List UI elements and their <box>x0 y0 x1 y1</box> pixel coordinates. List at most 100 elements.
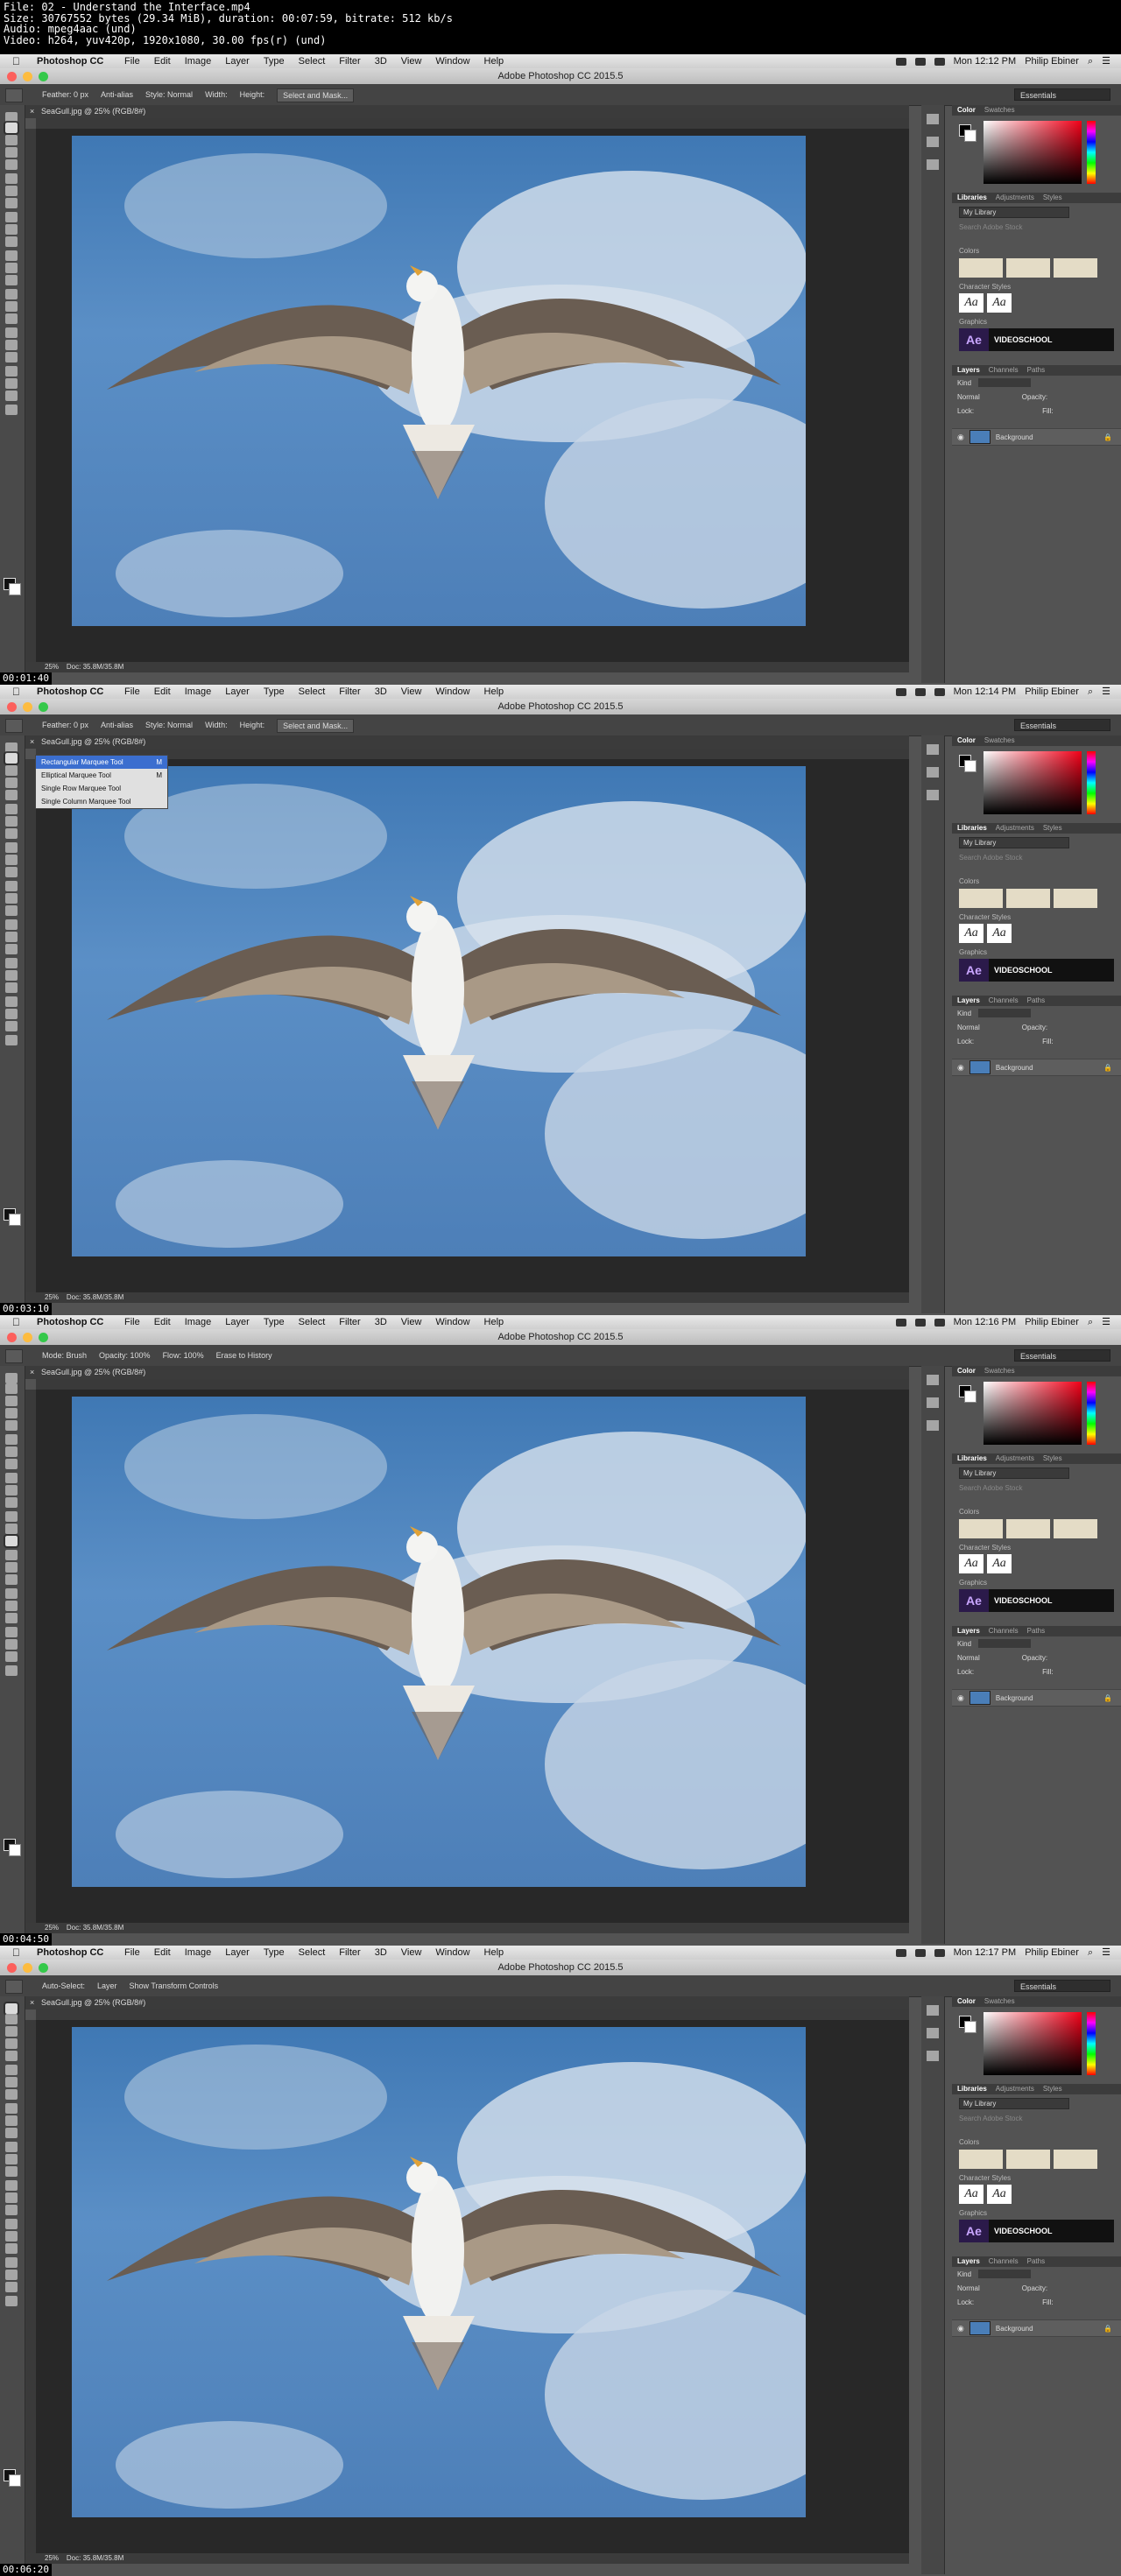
color-field[interactable] <box>984 751 1082 814</box>
menu-select[interactable]: Select <box>299 54 326 68</box>
option-field[interactable]: Style: Normal <box>145 714 193 735</box>
minimize-icon[interactable] <box>23 1333 32 1342</box>
zoom-tool-icon[interactable] <box>5 352 18 362</box>
option-field[interactable]: Erase to History <box>216 1345 272 1366</box>
history-brush-tool-icon[interactable] <box>5 224 18 235</box>
seagull-photo[interactable] <box>72 766 806 1256</box>
tab-channels[interactable]: Channels <box>989 996 1019 1006</box>
after-effects-graphic[interactable]: Ae <box>959 959 989 982</box>
tab-color[interactable]: Color <box>957 1366 976 1376</box>
wifi-icon[interactable] <box>914 57 926 66</box>
wifi-icon[interactable] <box>914 1948 926 1957</box>
library-color-swatch[interactable] <box>959 2150 1003 2169</box>
tool-preset-icon[interactable] <box>5 88 23 102</box>
crop-tool-icon[interactable] <box>5 790 18 800</box>
close-tab-icon[interactable]: × <box>30 1996 34 2009</box>
kind-filter[interactable]: Kind <box>957 379 971 387</box>
more-tools-icon[interactable] <box>5 1627 18 1637</box>
library-select[interactable]: My Library <box>959 837 1069 848</box>
menu-layer[interactable]: Layer <box>225 1315 250 1329</box>
shape-tool-icon[interactable] <box>5 1588 18 1599</box>
clone-stamp-tool-icon[interactable] <box>5 1473 18 1483</box>
menu-layer[interactable]: Layer <box>225 1946 250 1960</box>
option-field[interactable]: Style: Normal <box>145 84 193 105</box>
menu-type[interactable]: Type <box>264 1315 285 1329</box>
eyedropper-tool-icon[interactable] <box>5 1434 18 1445</box>
tab-swatches[interactable]: Swatches <box>984 105 1015 116</box>
marquee-tool-icon[interactable] <box>5 1383 18 1394</box>
library-color-swatch[interactable] <box>959 258 1003 278</box>
info-icon[interactable] <box>927 790 939 800</box>
menubar-clock[interactable]: Mon 12:14 PM <box>954 685 1017 699</box>
more-tools-icon[interactable] <box>5 2257 18 2268</box>
screen-icon[interactable] <box>895 687 906 696</box>
edit-toolbar-icon[interactable] <box>5 1639 18 1650</box>
videoschool-graphic[interactable]: VIDEOSCHOOL <box>989 959 1114 982</box>
vertical-ruler[interactable] <box>25 2020 36 2564</box>
lasso-tool-icon[interactable] <box>5 2026 18 2037</box>
menu-image[interactable]: Image <box>185 54 212 68</box>
tab-swatches[interactable]: Swatches <box>984 1366 1015 1376</box>
seagull-photo[interactable] <box>72 2027 806 2517</box>
tab-channels[interactable]: Channels <box>989 365 1019 376</box>
gradient-tool-icon[interactable] <box>5 1511 18 1522</box>
menu-select[interactable]: Select <box>299 1946 326 1960</box>
eyedropper-tool-icon[interactable] <box>5 2065 18 2075</box>
menu-type[interactable]: Type <box>264 54 285 68</box>
kind-filter[interactable]: Kind <box>957 1010 971 1017</box>
stock-search-input[interactable]: Search Adobe Stock <box>959 854 1114 862</box>
character-style-item[interactable]: Aa <box>959 1554 984 1573</box>
zoom-icon[interactable] <box>39 702 48 712</box>
eraser-tool-icon[interactable] <box>5 867 18 877</box>
close-icon[interactable] <box>7 702 17 712</box>
gradient-tool-icon[interactable] <box>5 2142 18 2152</box>
tab-layers[interactable]: Layers <box>957 2256 980 2267</box>
blur-tool-icon[interactable] <box>5 893 18 904</box>
clone-stamp-tool-icon[interactable] <box>5 212 18 222</box>
close-icon[interactable] <box>7 72 17 81</box>
option-field[interactable]: Anti-alias <box>101 714 133 735</box>
quick-select-tool-icon[interactable] <box>5 2038 18 2049</box>
menubar-user[interactable]: Philip Ebiner <box>1025 54 1079 68</box>
seagull-photo[interactable] <box>72 136 806 626</box>
tab-paths[interactable]: Paths <box>1027 996 1045 1006</box>
info-icon[interactable] <box>927 159 939 170</box>
menu-window[interactable]: Window <box>435 1315 469 1329</box>
filter-options[interactable] <box>978 2270 1032 2278</box>
tab-styles[interactable]: Styles <box>1043 193 1062 203</box>
shape-tool-icon[interactable] <box>5 958 18 968</box>
menu-edit[interactable]: Edit <box>154 1315 171 1329</box>
workspace-select[interactable]: Essentials <box>1014 88 1110 101</box>
gradient-tool-icon[interactable] <box>5 250 18 261</box>
menu-file[interactable]: File <box>124 54 140 68</box>
library-color-swatch[interactable] <box>1006 2150 1050 2169</box>
menu-3d[interactable]: 3D <box>375 1946 387 1960</box>
volume-icon[interactable] <box>934 57 945 66</box>
zoom-level[interactable]: 25% <box>45 2554 59 2562</box>
menu-edit[interactable]: Edit <box>154 1946 171 1960</box>
option-field[interactable]: Feather: 0 px <box>42 84 88 105</box>
menu-view[interactable]: View <box>401 1315 422 1329</box>
tab-paths[interactable]: Paths <box>1027 1626 1045 1636</box>
tab-paths[interactable]: Paths <box>1027 365 1045 376</box>
wifi-icon[interactable] <box>914 1318 926 1327</box>
eraser-tool-icon[interactable] <box>5 2128 18 2138</box>
library-color-swatch[interactable] <box>1006 889 1050 908</box>
vertical-ruler[interactable] <box>25 129 36 672</box>
edit-toolbar-icon[interactable] <box>5 378 18 389</box>
background-color-chip[interactable] <box>964 1390 976 1403</box>
pen-tool-icon[interactable] <box>5 1550 18 1560</box>
tool-preset-icon[interactable] <box>5 719 23 733</box>
background-color-swatch[interactable] <box>9 2474 21 2487</box>
tab-adjustments[interactable]: Adjustments <box>996 2084 1034 2094</box>
option-field[interactable]: Auto-Select: <box>42 1975 85 1996</box>
properties-icon[interactable] <box>927 137 939 147</box>
screen-icon[interactable] <box>895 57 906 66</box>
pen-tool-icon[interactable] <box>5 2180 18 2191</box>
option-field[interactable]: Layer <box>97 1975 117 1996</box>
edit-toolbar-icon[interactable] <box>5 1009 18 1019</box>
quick-mask-tool-icon[interactable] <box>5 391 18 401</box>
tab-adjustments[interactable]: Adjustments <box>996 1453 1034 1464</box>
move-tool-icon[interactable] <box>5 1373 18 1383</box>
layer-row[interactable]: ◉ Background 🔒 <box>952 2319 1121 2337</box>
